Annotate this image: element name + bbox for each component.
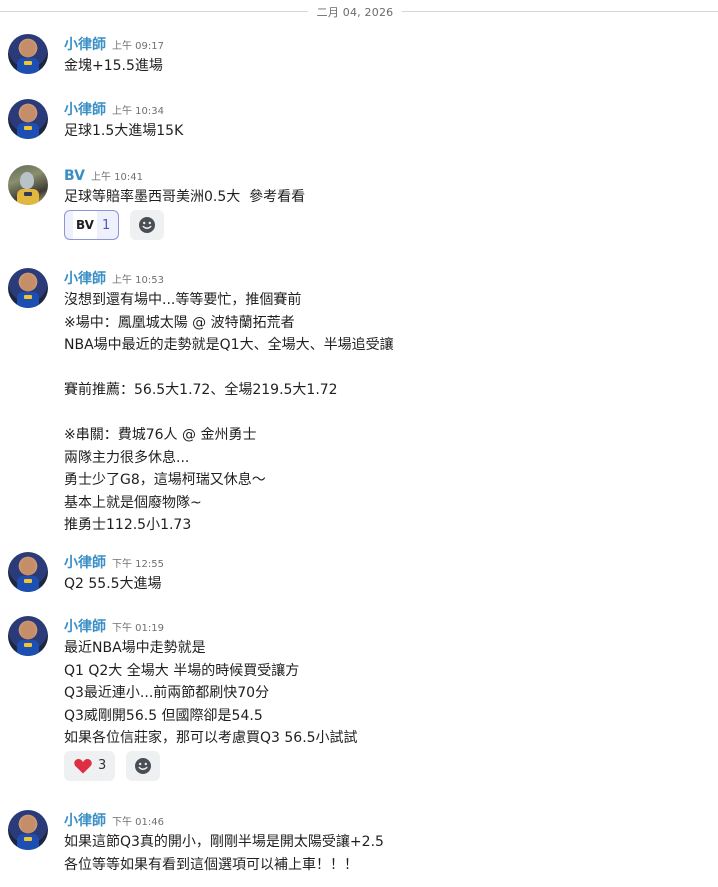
timestamp: 上午 09:17: [112, 41, 164, 52]
add-reaction-button[interactable]: [130, 210, 165, 240]
username[interactable]: 小律師: [64, 34, 106, 54]
message: BV 上午 10:41 足球等賠率墨西哥美洲0.5大 參考看看 BV 1: [0, 165, 718, 245]
bv-emoji: BV: [73, 211, 97, 239]
message-text: 沒想到還有場中...等等要忙，推個賽前 ※場中：鳳凰城太陽 @ 波特蘭拓荒者 N…: [64, 292, 394, 533]
message-text: Q2 55.5大進場: [64, 576, 162, 592]
timestamp: 上午 10:53: [112, 275, 164, 286]
username[interactable]: BV: [64, 168, 85, 184]
divider-line: [402, 11, 718, 12]
message: 小律師 上午 10:53 沒想到還有場中...等等要忙，推個賽前 ※場中：鳳凰城太…: [0, 268, 718, 533]
avatar[interactable]: [8, 165, 48, 205]
reaction-heart[interactable]: 3: [64, 751, 116, 781]
username[interactable]: 小律師: [64, 552, 106, 572]
reaction-bar: BV 1: [64, 210, 165, 242]
date-divider-label: 二月 04, 2026: [316, 6, 394, 19]
message-text: 足球1.5大進場15K: [64, 123, 184, 139]
message: 小律師 上午 10:34 足球1.5大進場15K: [0, 99, 718, 149]
message: 小律師 下午 01:46 如果這節Q3真的開小，剛剛半場是開太陽受讓+2.5 各位…: [0, 810, 718, 882]
reaction-bar: 3: [64, 751, 161, 783]
add-reaction-button[interactable]: [126, 751, 161, 781]
avatar[interactable]: [8, 34, 48, 74]
message-header: 小律師 上午 10:34: [64, 99, 164, 119]
avatar[interactable]: [8, 810, 48, 850]
message-header: 小律師 上午 09:17: [64, 34, 164, 54]
timestamp: 下午 12:55: [112, 559, 164, 570]
message: 小律師 下午 01:19 最近NBA場中走勢就是 Q1 Q2大 全場大 半場的時候…: [0, 616, 718, 786]
message-text: 如果這節Q3真的開小，剛剛半場是開太陽受讓+2.5 各位等等如果有看到這個選項可…: [64, 834, 384, 873]
add-reaction-icon: [139, 217, 156, 233]
message-text: 金塊+15.5進場: [64, 58, 163, 74]
avatar[interactable]: [8, 268, 48, 308]
message-header: 小律師 下午 01:19: [64, 616, 164, 636]
date-divider: 二月 04, 2026: [0, 0, 718, 22]
username[interactable]: 小律師: [64, 99, 106, 119]
message-text: 最近NBA場中走勢就是 Q1 Q2大 全場大 半場的時候買受讓方 Q3最近連小.…: [64, 640, 358, 746]
timestamp: 上午 10:41: [90, 172, 143, 183]
avatar[interactable]: [8, 616, 48, 656]
avatar[interactable]: [8, 99, 48, 139]
add-reaction-icon: [135, 758, 152, 774]
reaction-count: 3: [98, 758, 107, 773]
timestamp: 下午 01:19: [112, 623, 164, 634]
message-header: 小律師 下午 12:55: [64, 552, 164, 572]
username[interactable]: 小律師: [64, 616, 106, 636]
heart-icon: [74, 759, 92, 774]
avatar[interactable]: [8, 552, 48, 592]
message-header: BV 上午 10:41: [64, 165, 143, 184]
message-header: 小律師 上午 10:53: [64, 268, 164, 288]
message: 小律師 上午 09:17 金塊+15.5進場: [0, 34, 718, 84]
message-text: 足球等賠率墨西哥美洲0.5大 參考看看: [64, 189, 306, 205]
username[interactable]: 小律師: [64, 268, 106, 288]
divider-line: [0, 11, 308, 12]
message-header: 小律師 下午 01:46: [64, 810, 164, 830]
username[interactable]: 小律師: [64, 810, 106, 830]
reaction-bv[interactable]: BV 1: [64, 210, 120, 240]
timestamp: 下午 01:46: [112, 817, 164, 828]
timestamp: 上午 10:34: [112, 106, 164, 117]
reaction-count: 1: [101, 218, 111, 233]
message: 小律師 下午 12:55 Q2 55.5大進場: [0, 552, 718, 602]
